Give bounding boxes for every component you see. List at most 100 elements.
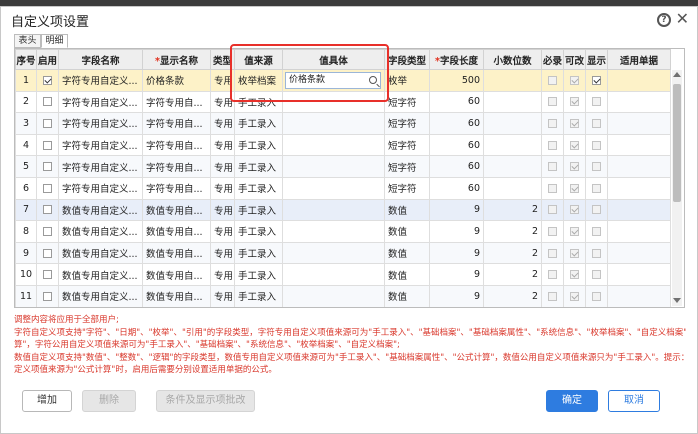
- value-detail-cell[interactable]: 价格条款: [282, 69, 385, 92]
- delete-button[interactable]: 删除: [82, 390, 136, 412]
- decimals-cell[interactable]: [483, 176, 542, 200]
- applicable-docs-cell[interactable]: [607, 133, 671, 157]
- vertical-scrollbar[interactable]: [672, 70, 682, 306]
- table-row[interactable]: 7 数值专用自定义... 数值专用自... 专用 手工录入 数值 9 2: [15, 198, 671, 222]
- required-checkbox[interactable]: [548, 162, 557, 172]
- applicable-docs-cell[interactable]: [607, 69, 671, 92]
- decimals-cell[interactable]: [483, 112, 542, 135]
- applicable-docs-cell[interactable]: [607, 263, 671, 286]
- visible-checkbox[interactable]: [592, 205, 601, 215]
- value-detail-cell[interactable]: [282, 112, 385, 135]
- enabled-checkbox[interactable]: [43, 248, 52, 258]
- help-icon[interactable]: ?: [657, 13, 671, 27]
- display-name-cell[interactable]: 字符专用自...: [142, 133, 211, 157]
- table-row[interactable]: 10 数值专用自定义... 数值专用自... 专用 手工录入 数值 9 2: [15, 263, 671, 286]
- visible-checkbox[interactable]: [592, 183, 601, 193]
- applicable-docs-cell[interactable]: [607, 176, 671, 200]
- decimals-cell[interactable]: [483, 133, 542, 157]
- value-source-cell[interactable]: 手工录入: [234, 284, 283, 307]
- display-name-cell[interactable]: 字符专用自...: [142, 176, 211, 200]
- visible-checkbox[interactable]: [592, 75, 601, 85]
- editable-checkbox[interactable]: [570, 97, 579, 107]
- enabled-checkbox[interactable]: [43, 75, 52, 85]
- editable-checkbox[interactable]: [570, 183, 579, 193]
- table-row[interactable]: 2 字符专用自定义... 字符专用自... 专用 手工录入 短字符 60: [15, 90, 671, 114]
- required-checkbox[interactable]: [548, 140, 557, 150]
- decimals-cell[interactable]: 2: [483, 220, 542, 243]
- table-row[interactable]: 9 数值专用自定义... 数值专用自... 专用 手工录入 数值 9 2: [15, 241, 671, 265]
- field-length-cell[interactable]: 60: [429, 176, 484, 200]
- value-detail-cell[interactable]: [282, 176, 385, 200]
- field-name-cell[interactable]: 数值专用自定义...: [58, 220, 143, 243]
- applicable-docs-cell[interactable]: [607, 241, 671, 265]
- required-checkbox[interactable]: [548, 205, 557, 215]
- value-source-cell[interactable]: 手工录入: [234, 90, 283, 114]
- value-source-cell[interactable]: 手工录入: [234, 241, 283, 265]
- editable-checkbox[interactable]: [570, 75, 579, 85]
- table-row[interactable]: 11 数值专用自定义... 数值专用自... 专用 手工录入 数值 9 2: [15, 284, 671, 307]
- display-name-cell[interactable]: 字符专用自...: [142, 112, 211, 135]
- field-name-cell[interactable]: 字符专用自定义...: [58, 176, 143, 200]
- field-length-cell[interactable]: 9: [429, 220, 484, 243]
- field-length-cell[interactable]: 60: [429, 133, 484, 157]
- value-detail-cell[interactable]: [282, 155, 385, 178]
- required-checkbox[interactable]: [548, 248, 557, 258]
- display-name-cell[interactable]: 价格条款: [142, 69, 211, 92]
- visible-checkbox[interactable]: [592, 97, 601, 107]
- value-source-cell[interactable]: 手工录入: [234, 133, 283, 157]
- field-name-cell[interactable]: 字符专用自定义...: [58, 69, 143, 92]
- editable-checkbox[interactable]: [570, 291, 579, 301]
- value-detail-cell[interactable]: [282, 90, 385, 114]
- cancel-button[interactable]: 取消: [608, 390, 660, 412]
- enabled-checkbox[interactable]: [43, 183, 52, 193]
- applicable-docs-cell[interactable]: [607, 155, 671, 178]
- tab-header[interactable]: 表头: [14, 34, 41, 48]
- field-name-cell[interactable]: 字符专用自定义...: [58, 112, 143, 135]
- visible-checkbox[interactable]: [592, 291, 601, 301]
- decimals-cell[interactable]: 2: [483, 263, 542, 286]
- field-length-cell[interactable]: 9: [429, 198, 484, 222]
- search-icon[interactable]: [369, 75, 377, 84]
- close-icon[interactable]: ✕: [676, 10, 689, 28]
- display-name-cell[interactable]: 数值专用自...: [142, 198, 211, 222]
- enabled-checkbox[interactable]: [43, 118, 52, 128]
- editable-checkbox[interactable]: [570, 270, 579, 280]
- visible-checkbox[interactable]: [592, 226, 601, 236]
- field-name-cell[interactable]: 字符专用自定义...: [58, 90, 143, 114]
- decimals-cell[interactable]: [483, 155, 542, 178]
- editable-checkbox[interactable]: [570, 205, 579, 215]
- enabled-checkbox[interactable]: [43, 226, 52, 236]
- enabled-checkbox[interactable]: [43, 291, 52, 301]
- field-name-cell[interactable]: 数值专用自定义...: [58, 263, 143, 286]
- value-source-cell[interactable]: 手工录入: [234, 198, 283, 222]
- required-checkbox[interactable]: [548, 291, 557, 301]
- value-source-cell[interactable]: 手工录入: [234, 263, 283, 286]
- value-source-cell[interactable]: 手工录入: [234, 220, 283, 243]
- display-name-cell[interactable]: 数值专用自...: [142, 263, 211, 286]
- table-row[interactable]: 1 字符专用自定义... 价格条款 专用 枚举档案 价格条款 枚举 500: [15, 69, 671, 92]
- tab-detail[interactable]: 明细: [41, 34, 68, 48]
- table-row[interactable]: 3 字符专用自定义... 字符专用自... 专用 手工录入 短字符 60: [15, 112, 671, 135]
- table-row[interactable]: 6 字符专用自定义... 字符专用自... 专用 手工录入 短字符 60: [15, 176, 671, 200]
- required-checkbox[interactable]: [548, 226, 557, 236]
- value-source-cell[interactable]: 枚举档案: [234, 69, 283, 92]
- field-name-cell[interactable]: 字符专用自定义...: [58, 133, 143, 157]
- add-button[interactable]: 增加: [22, 390, 72, 412]
- field-name-cell[interactable]: 数值专用自定义...: [58, 198, 143, 222]
- field-name-cell[interactable]: 数值专用自定义...: [58, 284, 143, 307]
- editable-checkbox[interactable]: [570, 118, 579, 128]
- enabled-checkbox[interactable]: [43, 140, 52, 150]
- display-name-cell[interactable]: 数值专用自...: [142, 284, 211, 307]
- display-name-cell[interactable]: 数值专用自...: [142, 241, 211, 265]
- field-name-cell[interactable]: 数值专用自定义...: [58, 306, 143, 307]
- enabled-checkbox[interactable]: [43, 205, 52, 215]
- required-checkbox[interactable]: [548, 118, 557, 128]
- decimals-cell[interactable]: 2: [483, 306, 542, 307]
- value-detail-cell[interactable]: [282, 284, 385, 307]
- field-length-cell[interactable]: 9: [429, 284, 484, 307]
- display-name-cell[interactable]: 字符专用自...: [142, 90, 211, 114]
- table-row[interactable]: 4 字符专用自定义... 字符专用自... 专用 手工录入 短字符 60: [15, 133, 671, 157]
- field-length-cell[interactable]: 60: [429, 155, 484, 178]
- editable-checkbox[interactable]: [570, 226, 579, 236]
- applicable-docs-cell[interactable]: [607, 112, 671, 135]
